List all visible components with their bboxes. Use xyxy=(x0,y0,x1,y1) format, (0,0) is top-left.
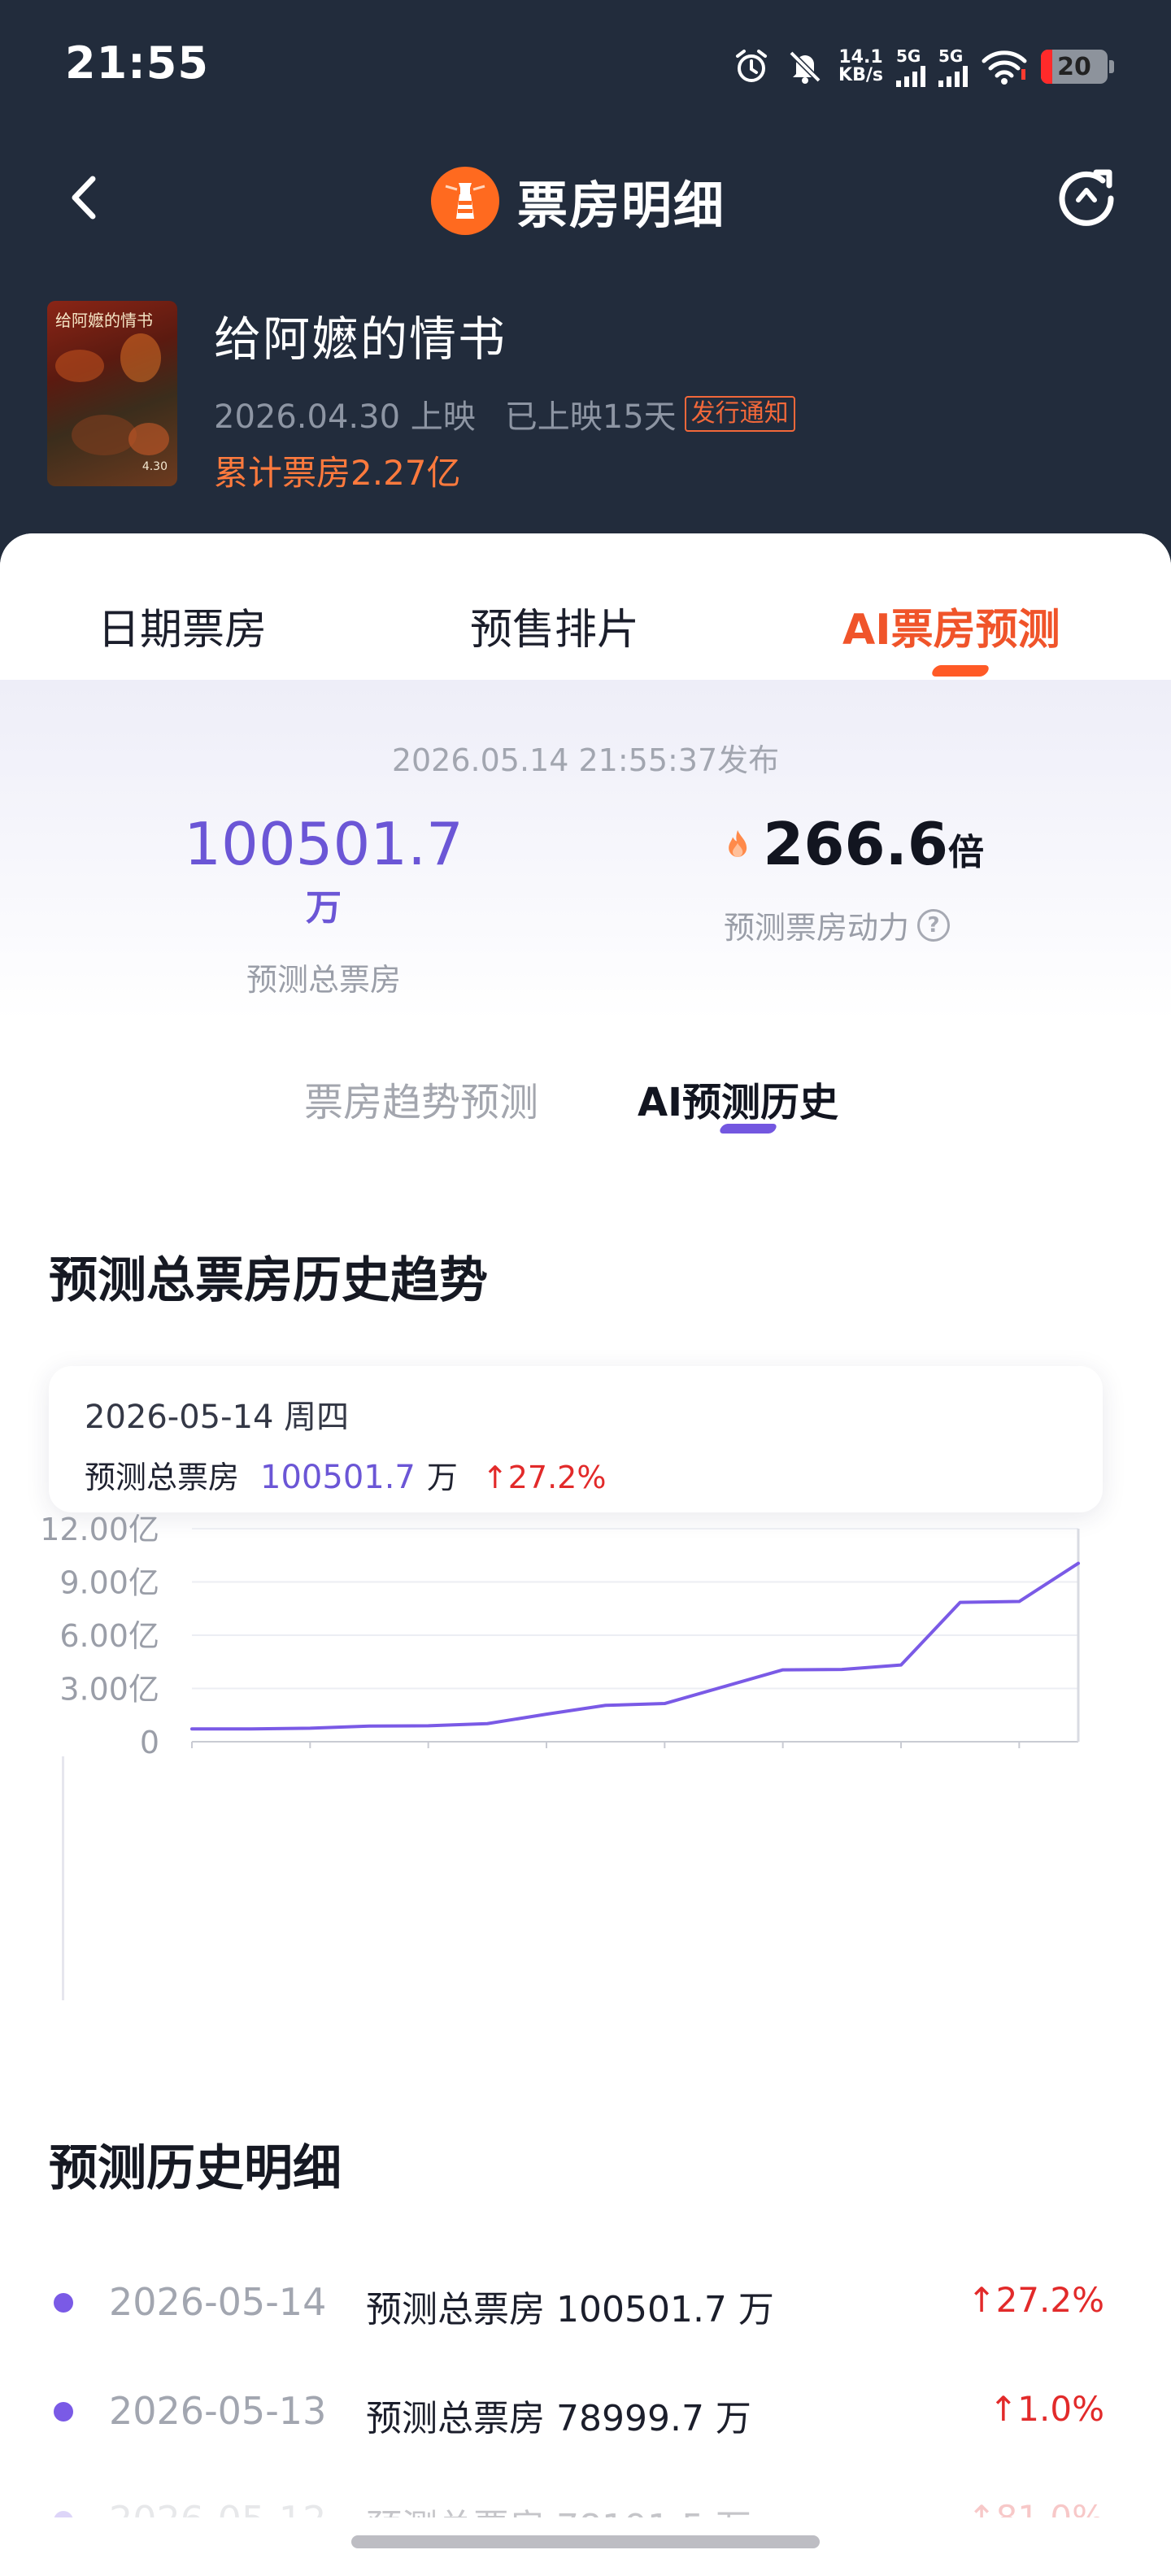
total-box-office: 累计票房2.27亿 xyxy=(214,453,461,493)
timeline-line xyxy=(62,1756,64,2000)
predicted-total-value: 100501.7 xyxy=(184,810,464,878)
chart-tooltip: 2026-05-14 周四 预测总票房 100501.7 万 ↑27.2% xyxy=(49,1366,1103,1512)
predicted-total-label: 预测总票房 xyxy=(246,962,401,998)
series-line xyxy=(190,1561,1080,1731)
status-time: 21:55 xyxy=(65,37,209,89)
history-change: ↑81.0% xyxy=(967,2498,1104,2517)
predicted-power: 266.6 倍 预测票房动力? xyxy=(724,810,984,947)
y-tick-label: 12.00亿 xyxy=(40,1512,159,1547)
history-item[interactable]: 2026-05-13 预测总票房 78999.7 万 ↑1.0% xyxy=(0,2386,1171,2451)
history-desc: 预测总票房 100501.7 万 xyxy=(366,2289,774,2330)
power-unit: 倍 xyxy=(948,832,984,873)
y-tick-label: 0 xyxy=(140,1725,159,1760)
home-indicator[interactable] xyxy=(351,2535,820,2548)
trend-chart[interactable]: 12.00亿 9.00亿 6.00亿 3.00亿 0 4.29 5.1 5.3 5.5 5.7 5.… xyxy=(0,1509,1171,1769)
tooltip-unit: 万 xyxy=(426,1460,458,1495)
power-value: 266.6 xyxy=(763,810,948,878)
lighthouse-icon xyxy=(431,167,499,235)
history-section-title: 预测历史明细 xyxy=(49,2140,342,2197)
trend-chart-svg: 12.00亿 9.00亿 6.00亿 3.00亿 0 4.29 5.1 5.3 5.5 5.7 5.… xyxy=(40,1512,1080,1769)
wifi-icon xyxy=(981,48,1028,85)
y-tick-label: 6.00亿 xyxy=(59,1618,159,1654)
alarm-icon xyxy=(731,46,772,87)
poster-date: 4.30 xyxy=(141,460,168,473)
y-tick-label: 3.00亿 xyxy=(59,1672,159,1708)
chevron-left-icon xyxy=(72,176,96,220)
release-notice-badge[interactable]: 发行通知 xyxy=(684,396,795,432)
x-tick-label: 5.7 xyxy=(640,1767,689,1769)
history-date: 2026-05-12 xyxy=(109,2498,326,2517)
active-subtab-indicator xyxy=(718,1124,778,1134)
x-tick-label: 5.11 xyxy=(867,1767,936,1769)
page-title: 票房明细 xyxy=(517,176,726,235)
y-tick-label: 9.00亿 xyxy=(59,1565,159,1601)
x-tick-label: 5.1 xyxy=(285,1767,334,1769)
x-tick-label: 5.5 xyxy=(522,1767,571,1769)
movie-title: 给阿嬷的情书 xyxy=(214,311,507,367)
tooltip-value: 100501.7 xyxy=(260,1459,416,1496)
tab-ai-prediction-history[interactable]: AI预测历史 xyxy=(638,1070,838,1127)
power-label: 预测票房动力 xyxy=(724,910,910,946)
net-speed: 14.1 KB/s xyxy=(838,47,883,85)
history-item[interactable]: 2026-05-12 预测总票房 78191.5 万 ↑81.0% xyxy=(0,2495,1171,2517)
x-tick-label: 5.9 xyxy=(758,1767,807,1769)
main-card: 日期票房 预售排片 AI票房预测 2026.05.14 21:55:37发布 1… xyxy=(0,533,1171,2576)
history-item[interactable]: 2026-05-14 预测总票房 100501.7 万 ↑27.2% xyxy=(0,2277,1171,2342)
sub-tabs: 票房趋势预测 AI预测历史 xyxy=(0,1062,1171,1135)
chart-section-title: 预测总票房历史趋势 xyxy=(49,1252,488,1309)
predicted-total-unit: 万 xyxy=(306,887,342,929)
tooltip-label: 预测总票房 xyxy=(85,1460,240,1495)
history-change: ↑27.2% xyxy=(967,2280,1104,2320)
movie-info: 给阿嬷的情书 4.30 给阿嬷的情书 2026.04.30 上映 已上映15天 … xyxy=(47,301,1121,493)
history-change: ↑1.0% xyxy=(989,2389,1104,2429)
publish-time: 2026.05.14 21:55:37发布 xyxy=(391,742,780,778)
x-tick-label: 4.29 xyxy=(158,1767,227,1769)
tab-trend-prediction[interactable]: 票房趋势预测 xyxy=(304,1070,538,1127)
days-showing: 已上映15天 xyxy=(504,398,677,436)
main-tabs: 日期票房 预售排片 AI票房预测 xyxy=(0,533,1171,680)
tooltip-change: ↑27.2% xyxy=(481,1460,607,1495)
release-date: 2026.04.30 上映 xyxy=(214,398,476,436)
timeline-dot xyxy=(54,2511,73,2517)
history-date: 2026-05-14 xyxy=(109,2280,327,2324)
history-desc: 预测总票房 78999.7 万 xyxy=(366,2398,751,2439)
tab-ai-prediction[interactable]: AI票房预测 xyxy=(842,595,1060,656)
timeline-dot xyxy=(54,2293,73,2313)
tooltip-date: 2026-05-14 周四 xyxy=(85,1399,350,1436)
refresh-button[interactable] xyxy=(1052,164,1121,233)
history-desc: 预测总票房 78191.5 万 xyxy=(366,2498,751,2517)
prediction-summary: 2026.05.14 21:55:37发布 100501.7 万 预测总票房 26… xyxy=(0,680,1171,1021)
signal-sim2-icon: 5G xyxy=(938,46,968,87)
poster-title: 给阿嬷的情书 xyxy=(55,311,153,330)
movie-meta: 2026.04.30 上映 已上映15天 发行通知 xyxy=(214,390,795,437)
predicted-total: 100501.7 万 预测总票房 xyxy=(177,810,470,999)
timeline-dot xyxy=(54,2402,73,2422)
nav-bar: 票房明细 xyxy=(0,154,1171,244)
nav-title-group: 票房明细 xyxy=(431,164,725,237)
x-tick-label: 5.13 xyxy=(985,1767,1054,1769)
status-bar: 21:55 14.1 KB/s 5G 5G 20 xyxy=(0,0,1171,130)
battery-icon: 20 xyxy=(1041,50,1114,84)
active-tab-indicator xyxy=(929,665,991,677)
flame-icon xyxy=(729,829,747,857)
refresh-icon xyxy=(1059,169,1114,226)
back-button[interactable] xyxy=(57,169,114,226)
help-icon[interactable]: ? xyxy=(917,908,951,942)
tab-presale-schedule[interactable]: 预售排片 xyxy=(470,595,639,656)
mute-bell-icon xyxy=(785,46,825,87)
history-date: 2026-05-13 xyxy=(109,2389,327,2433)
tab-daily-box-office[interactable]: 日期票房 xyxy=(98,595,267,656)
signal-sim1-icon: 5G xyxy=(896,46,925,87)
x-tick-label: 5.3 xyxy=(403,1767,452,1769)
movie-poster[interactable]: 给阿嬷的情书 4.30 xyxy=(47,301,177,486)
status-icons: 14.1 KB/s 5G 5G 20 xyxy=(731,42,1114,91)
